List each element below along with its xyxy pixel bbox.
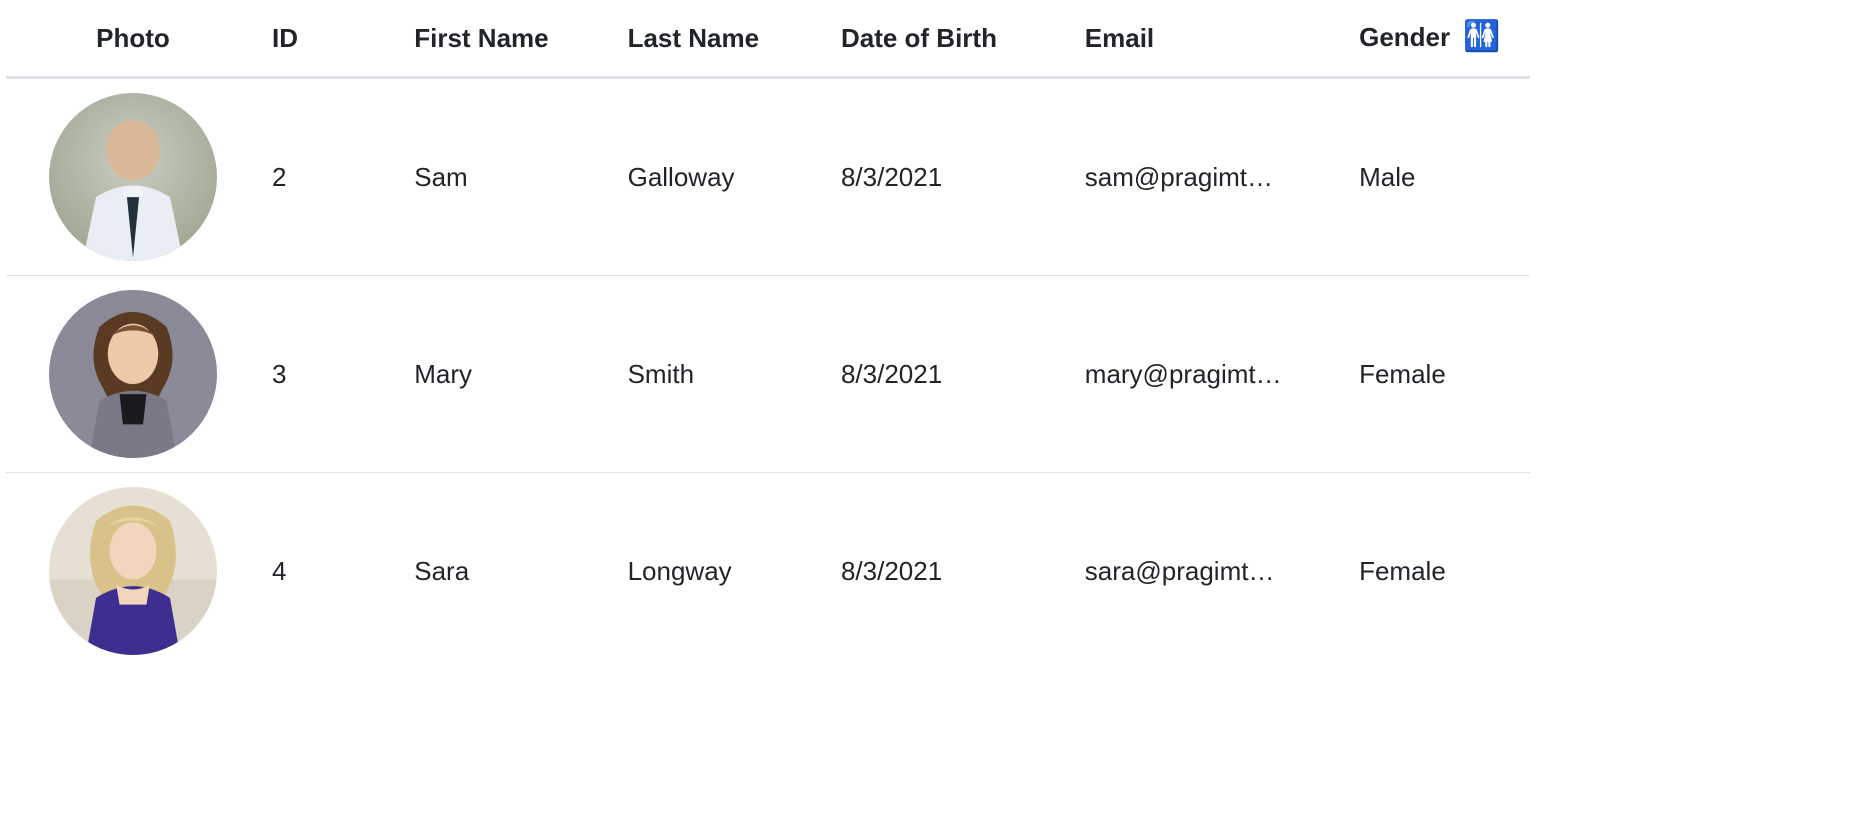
cell-id: 3: [260, 276, 402, 473]
header-last-name[interactable]: Last Name: [616, 0, 829, 78]
header-first-name[interactable]: First Name: [402, 0, 615, 78]
cell-first-name: Sara: [402, 473, 615, 670]
cell-date-of-birth: 8/3/2021: [829, 78, 1073, 276]
avatar: [49, 93, 217, 261]
header-gender[interactable]: Gender 🚻: [1347, 0, 1530, 78]
cell-gender: Male: [1347, 78, 1530, 276]
cell-photo: [6, 78, 260, 276]
table-row[interactable]: 3 Mary Smith 8/3/2021 mary@pragimt… Fema…: [6, 276, 1530, 473]
header-photo[interactable]: Photo: [6, 0, 260, 78]
cell-email: mary@pragimt…: [1073, 276, 1347, 473]
cell-first-name: Mary: [402, 276, 615, 473]
cell-email: sara@pragimt…: [1073, 473, 1347, 670]
cell-last-name: Galloway: [616, 78, 829, 276]
cell-last-name: Smith: [616, 276, 829, 473]
cell-gender: Female: [1347, 276, 1530, 473]
cell-photo: [6, 276, 260, 473]
header-gender-label: Gender: [1359, 22, 1450, 52]
cell-email: sam@pragimt…: [1073, 78, 1347, 276]
header-date-of-birth[interactable]: Date of Birth: [829, 0, 1073, 78]
avatar: [49, 487, 217, 655]
employee-table: Photo ID First Name Last Name Date of Bi…: [6, 0, 1530, 669]
cell-date-of-birth: 8/3/2021: [829, 276, 1073, 473]
cell-id: 4: [260, 473, 402, 670]
header-id[interactable]: ID: [260, 0, 402, 78]
restroom-icon: 🚻: [1463, 22, 1500, 52]
table-row[interactable]: 2 Sam Galloway 8/3/2021 sam@pragimt… Mal…: [6, 78, 1530, 276]
cell-id: 2: [260, 78, 402, 276]
cell-gender: Female: [1347, 473, 1530, 670]
header-email[interactable]: Email: [1073, 0, 1347, 78]
table-header-row: Photo ID First Name Last Name Date of Bi…: [6, 0, 1530, 78]
cell-photo: [6, 473, 260, 670]
cell-last-name: Longway: [616, 473, 829, 670]
table-row[interactable]: 4 Sara Longway 8/3/2021 sara@pragimt… Fe…: [6, 473, 1530, 670]
cell-first-name: Sam: [402, 78, 615, 276]
avatar: [49, 290, 217, 458]
cell-date-of-birth: 8/3/2021: [829, 473, 1073, 670]
